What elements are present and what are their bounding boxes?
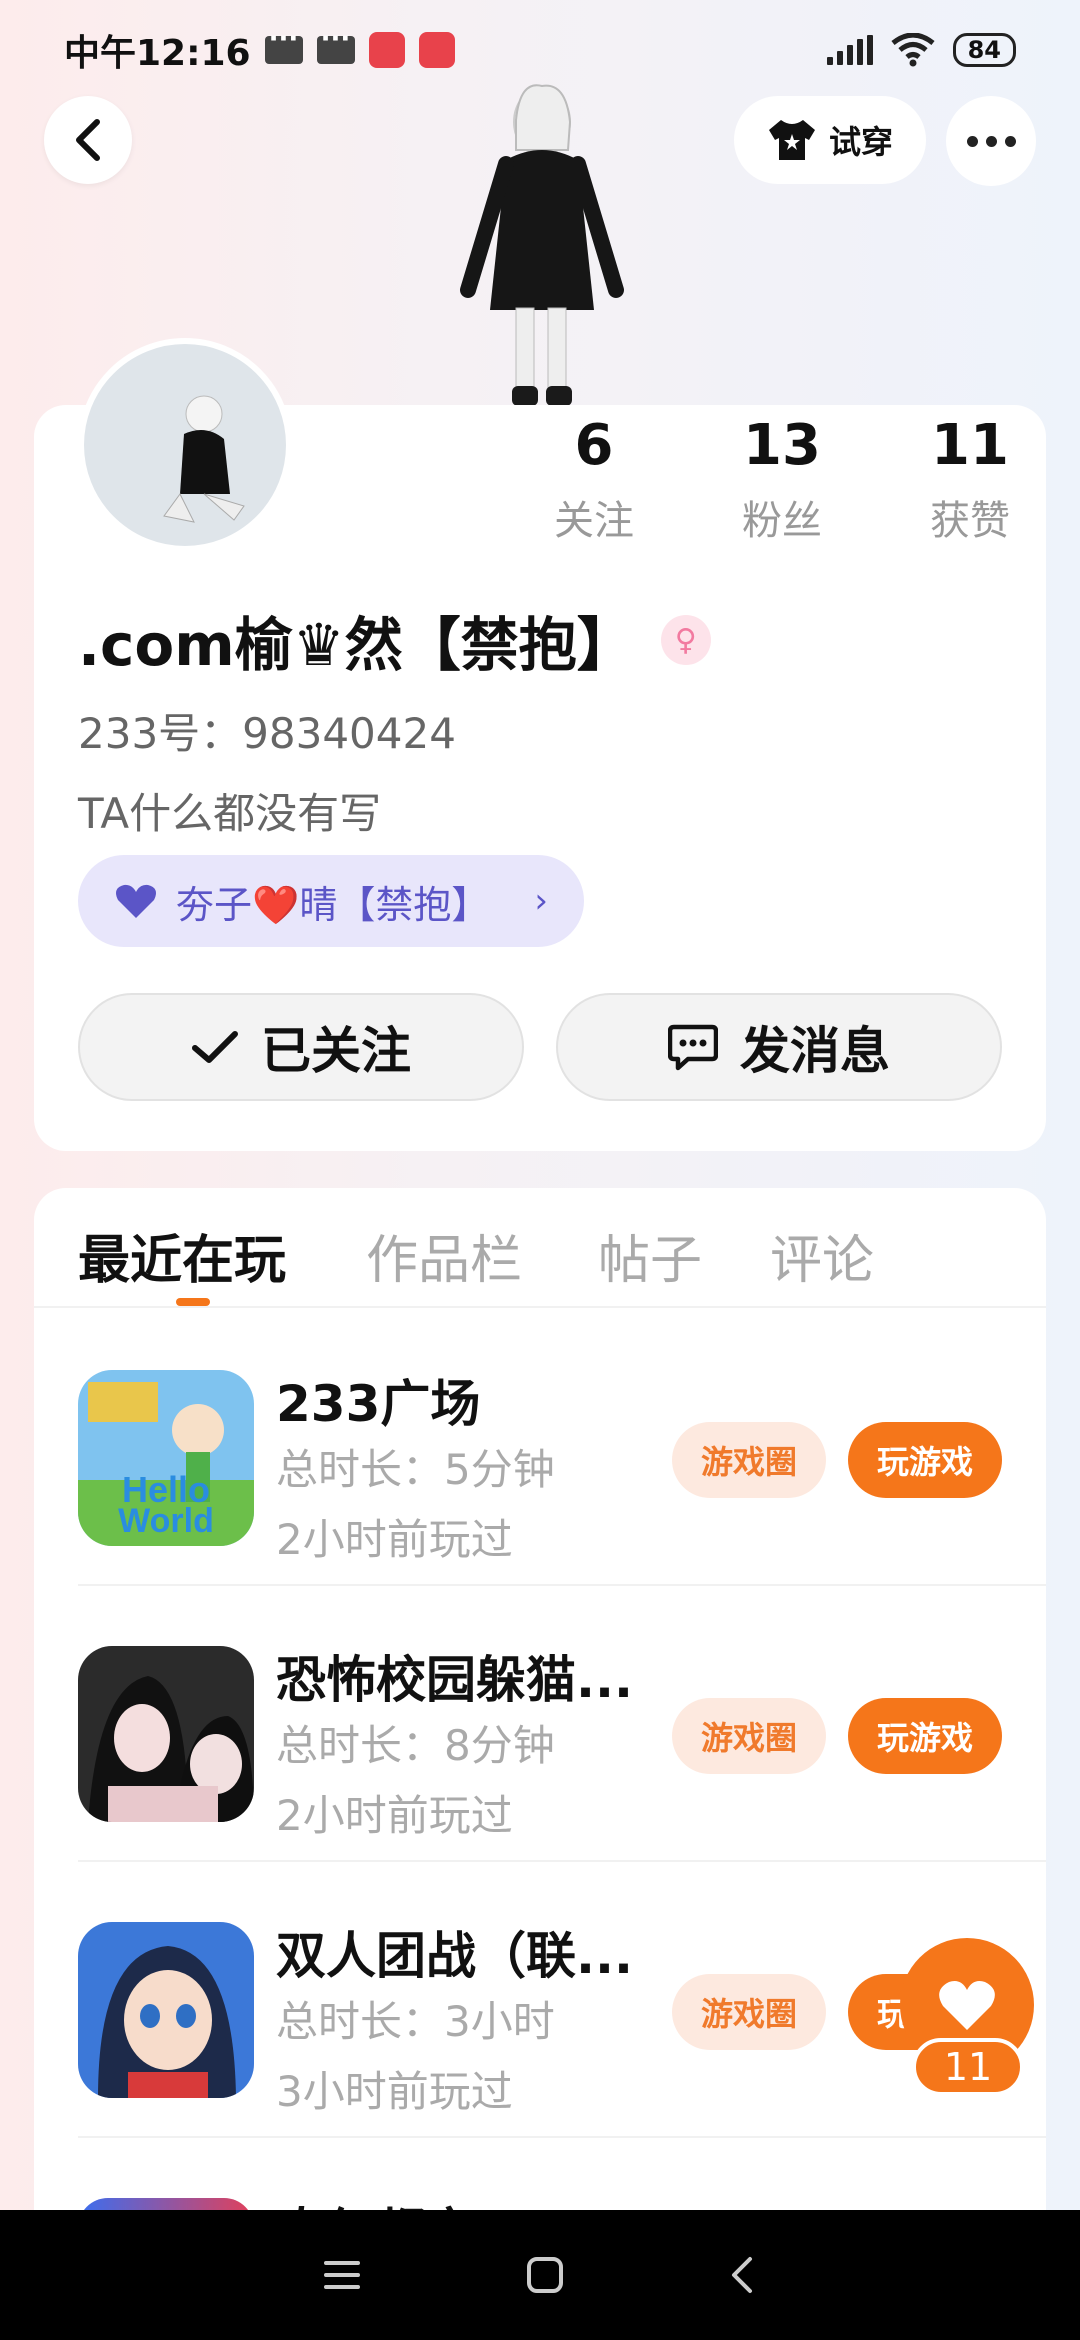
follow-label: 已关注 bbox=[261, 1022, 411, 1080]
like-floating-button[interactable]: 11 bbox=[900, 1938, 1034, 2106]
chevron-right-icon: › bbox=[534, 881, 548, 921]
avatar[interactable] bbox=[78, 338, 292, 552]
signal-icon bbox=[826, 35, 873, 65]
tab-recently-played[interactable]: 最近在玩 bbox=[78, 1218, 286, 1293]
game-duration: 总时长：5分钟 bbox=[276, 1445, 555, 1494]
game-duration: 总时长：8分钟 bbox=[276, 1721, 555, 1770]
message-label: 发消息 bbox=[740, 1022, 890, 1080]
game-title: 双人团战（联... bbox=[276, 1927, 633, 1985]
like-count: 11 bbox=[912, 2038, 1024, 2096]
stat-label: 获赞 bbox=[930, 498, 1010, 544]
couple-tag[interactable]: 夯子❤️晴【禁抱】 › bbox=[78, 855, 584, 947]
svg-text:World: World bbox=[118, 1502, 214, 1540]
system-navigation-bar bbox=[0, 2210, 1080, 2340]
game-last-played: 3小时前玩过 bbox=[276, 2067, 513, 2116]
tab-posts[interactable]: 帖子 bbox=[598, 1218, 702, 1293]
active-tab-indicator bbox=[176, 1298, 210, 1306]
app-notification-icon bbox=[368, 32, 405, 68]
game-last-played: 2小时前玩过 bbox=[276, 1515, 513, 1564]
nickname-text: .com榆♛然【禁抱】 bbox=[78, 611, 635, 679]
female-gender-icon: ♀ bbox=[660, 615, 711, 665]
status-left: 中午12:16 bbox=[64, 24, 455, 76]
stat-following[interactable]: 6 关注 bbox=[500, 410, 688, 546]
game-circle-button[interactable]: 游戏圈 bbox=[672, 1698, 826, 1774]
back-icon[interactable] bbox=[728, 2255, 758, 2295]
follow-button[interactable]: 已关注 bbox=[78, 993, 524, 1101]
divider bbox=[78, 2136, 1046, 2138]
game-title: 恐怖校园躲猫... bbox=[276, 1651, 633, 1709]
play-game-button[interactable]: 玩游戏 bbox=[848, 1422, 1002, 1498]
tab-comments[interactable]: 评论 bbox=[770, 1218, 874, 1293]
user-id: 233号：98340424 bbox=[78, 709, 456, 758]
game-list-item[interactable]: 恐怖校园躲猫... 总时长：8分钟 2小时前玩过 游戏圈 玩游戏 bbox=[34, 1586, 1046, 1862]
content-card: 最近在玩 作品栏 帖子 评论 Hello World 233广场 总时长：5分钟… bbox=[34, 1188, 1046, 2248]
heart-icon bbox=[116, 884, 156, 918]
back-arrow-icon bbox=[76, 119, 100, 161]
chat-bubble-icon bbox=[668, 1024, 718, 1071]
stat-label: 粉丝 bbox=[742, 498, 822, 544]
send-message-button[interactable]: 发消息 bbox=[556, 993, 1002, 1101]
game-icon-image: Hello World bbox=[78, 1370, 254, 1546]
game-icon-image bbox=[78, 1922, 254, 2098]
tab-works[interactable]: 作品栏 bbox=[366, 1218, 522, 1293]
stat-value: 13 bbox=[743, 413, 821, 478]
stat-value: 6 bbox=[574, 413, 614, 478]
avatar-image bbox=[163, 395, 245, 523]
play-game-button[interactable]: 玩游戏 bbox=[848, 1698, 1002, 1774]
status-right: 84 bbox=[826, 33, 1016, 67]
try-on-button[interactable]: 试穿 bbox=[734, 96, 926, 184]
avatar-figure-image bbox=[460, 84, 624, 406]
check-icon bbox=[192, 1031, 238, 1063]
wifi-icon bbox=[891, 33, 935, 67]
profile-screen: 中午12:16 84 bbox=[0, 0, 1080, 2340]
game-duration: 总时长：3小时 bbox=[276, 1997, 555, 2046]
heart-icon bbox=[939, 1981, 995, 2030]
menu-icon[interactable] bbox=[322, 2258, 362, 2292]
stat-value: 11 bbox=[931, 413, 1009, 478]
game-circle-button[interactable]: 游戏圈 bbox=[672, 1422, 826, 1498]
stat-label: 关注 bbox=[554, 498, 634, 544]
shirt-icon bbox=[768, 120, 815, 160]
app-notification-icon bbox=[418, 32, 455, 68]
game-icon-image bbox=[78, 1646, 254, 1822]
more-dots-icon bbox=[966, 135, 978, 147]
try-on-label: 试穿 bbox=[828, 123, 893, 161]
status-time: 中午12:16 bbox=[64, 33, 251, 74]
battery-indicator: 84 bbox=[952, 33, 1016, 67]
message-notification-icon bbox=[264, 24, 303, 64]
profile-stats: 6 关注 13 粉丝 11 获赞 bbox=[500, 410, 1064, 546]
profile-tabs: 最近在玩 作品栏 帖子 评论 bbox=[34, 1188, 1046, 1308]
couple-tag-label: 夯子❤️晴【禁抱】 bbox=[176, 882, 490, 927]
back-button[interactable] bbox=[44, 96, 132, 184]
more-options-button[interactable] bbox=[946, 96, 1036, 186]
game-list-item[interactable]: 双人团战（联... 总时长：3小时 3小时前玩过 游戏圈 玩游戏 bbox=[34, 1862, 1046, 2138]
stat-followers[interactable]: 13 粉丝 bbox=[688, 410, 876, 546]
game-circle-button[interactable]: 游戏圈 bbox=[672, 1974, 826, 2050]
user-bio: TA什么都没有写 bbox=[78, 789, 382, 838]
game-list-item[interactable]: Hello World 233广场 总时长：5分钟 2小时前玩过 游戏圈 玩游戏 bbox=[34, 1310, 1046, 1586]
game-last-played: 2小时前玩过 bbox=[276, 1791, 513, 1840]
stat-likes[interactable]: 11 获赞 bbox=[876, 410, 1064, 546]
home-icon[interactable] bbox=[526, 2256, 564, 2294]
game-title: 233广场 bbox=[276, 1375, 481, 1433]
profile-nickname: .com榆♛然【禁抱】 ♀ bbox=[78, 598, 711, 682]
message-notification-icon bbox=[316, 24, 355, 64]
